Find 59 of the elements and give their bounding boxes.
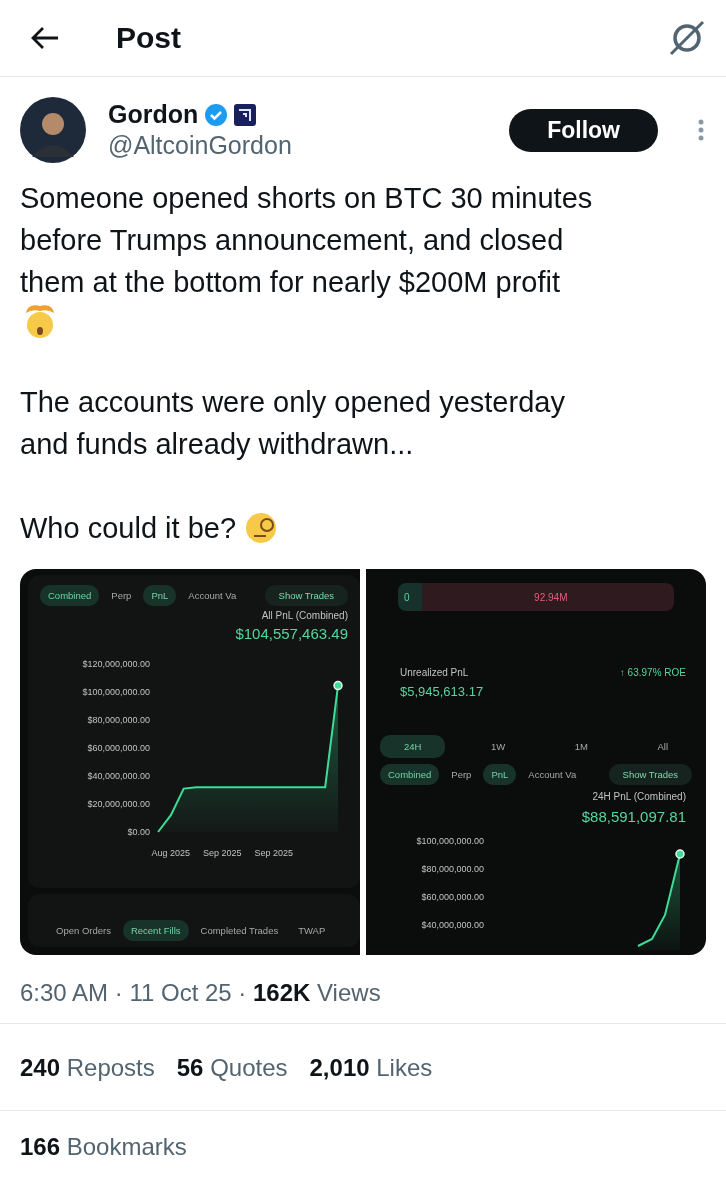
distribution-segment: 92.94M	[421, 583, 674, 611]
monocle-face-emoji-icon	[244, 511, 278, 545]
chart-tab[interactable]: PnL	[143, 585, 177, 606]
post-text: Who could it be?	[20, 511, 236, 546]
pnl-value: $88,591,097.81	[580, 808, 687, 825]
orders-tab[interactable]: Open Orders	[48, 920, 119, 941]
chart-tab[interactable]: Account Va	[520, 764, 585, 785]
post-text: Someone opened shorts on BTC 30 minutes before Trumps announcement, and closed them at the bottom for nearly $200M profit	[20, 181, 593, 300]
engagement-count[interactable]: 56 Quotes	[176, 1054, 288, 1082]
y-axis-label: $80,000,000.00	[421, 864, 484, 874]
chart-tab[interactable]: Combined	[380, 764, 440, 785]
period-tab[interactable]: 1M	[550, 735, 612, 758]
pnl-label: 24H PnL (Combined)	[591, 791, 687, 802]
pnl-label: All PnL (Combined)	[260, 610, 348, 621]
chart-tab[interactable]: Combined	[40, 585, 100, 606]
chart-tab[interactable]: Account Va	[180, 585, 245, 606]
x-axis-label: Sep 2025	[254, 848, 293, 858]
y-axis-label: $120,000,000.00	[82, 659, 150, 669]
bookmarks-count[interactable]: 166 Bookmarks	[0, 1111, 726, 1183]
orders-tab[interactable]: Completed Trades	[192, 920, 287, 941]
y-axis-label: $80,000,000.00	[87, 715, 150, 725]
y-axis-label: $60,000,000.00	[87, 743, 150, 753]
x-axis-label: Sep 2025	[203, 848, 242, 858]
post-text: The accounts were only opened yesterday and funds already withdrawn...	[20, 385, 565, 462]
unrealized-pnl-value: $5,945,613.17	[399, 684, 485, 699]
orders-tab[interactable]: Recent Fills	[122, 920, 189, 941]
roe-value: ↑ 63.97% ROE	[619, 667, 686, 678]
chart-tab[interactable]: PnL	[483, 764, 517, 785]
page-title: Post	[116, 21, 182, 55]
chart-tab[interactable]: Perp	[443, 764, 480, 785]
distribution-segment: 0	[398, 583, 422, 611]
endpoint-marker	[333, 680, 343, 691]
author-name[interactable]: Gordon	[108, 100, 199, 129]
y-axis-label: $40,000,000.00	[421, 920, 484, 930]
y-axis-label: $40,000,000.00	[87, 771, 150, 781]
pnl-value: $104,557,463.49	[234, 625, 348, 642]
show-trades-button[interactable]: Show Trades	[264, 585, 348, 606]
y-axis-label: $100,000,000.00	[416, 836, 484, 846]
engagement-count[interactable]: 240 Reposts	[20, 1054, 155, 1082]
y-axis-label: $100,000,000.00	[82, 687, 150, 697]
post-timestamp-views: 6:30 AM · 11 Oct 25 · 162K Views	[0, 955, 726, 1024]
period-tab[interactable]: 24H	[380, 735, 446, 758]
unrealized-pnl-label: Unrealized PnL	[400, 667, 469, 678]
affiliate-badge-icon	[234, 103, 257, 126]
engagement-count[interactable]: 2,010 Likes	[309, 1054, 433, 1082]
follow-button[interactable]: Follow	[509, 108, 658, 152]
chart-tab[interactable]: Perp	[103, 585, 140, 606]
back-arrow-icon[interactable]	[30, 26, 60, 50]
author-handle[interactable]: @AltcoinGordon	[108, 131, 488, 160]
y-axis-label: $0.00	[127, 827, 150, 837]
avatar[interactable]	[20, 97, 86, 163]
y-axis-label: $60,000,000.00	[421, 892, 484, 902]
show-trades-button[interactable]: Show Trades	[608, 764, 692, 785]
orders-tab[interactable]: TWAP	[290, 920, 334, 941]
period-tab[interactable]: 1W	[466, 735, 530, 758]
y-axis-label: $20,000,000.00	[87, 799, 150, 809]
period-tab[interactable]: All	[633, 735, 692, 758]
x-axis-label: Aug 2025	[151, 848, 191, 858]
more-options-icon[interactable]	[698, 119, 704, 141]
